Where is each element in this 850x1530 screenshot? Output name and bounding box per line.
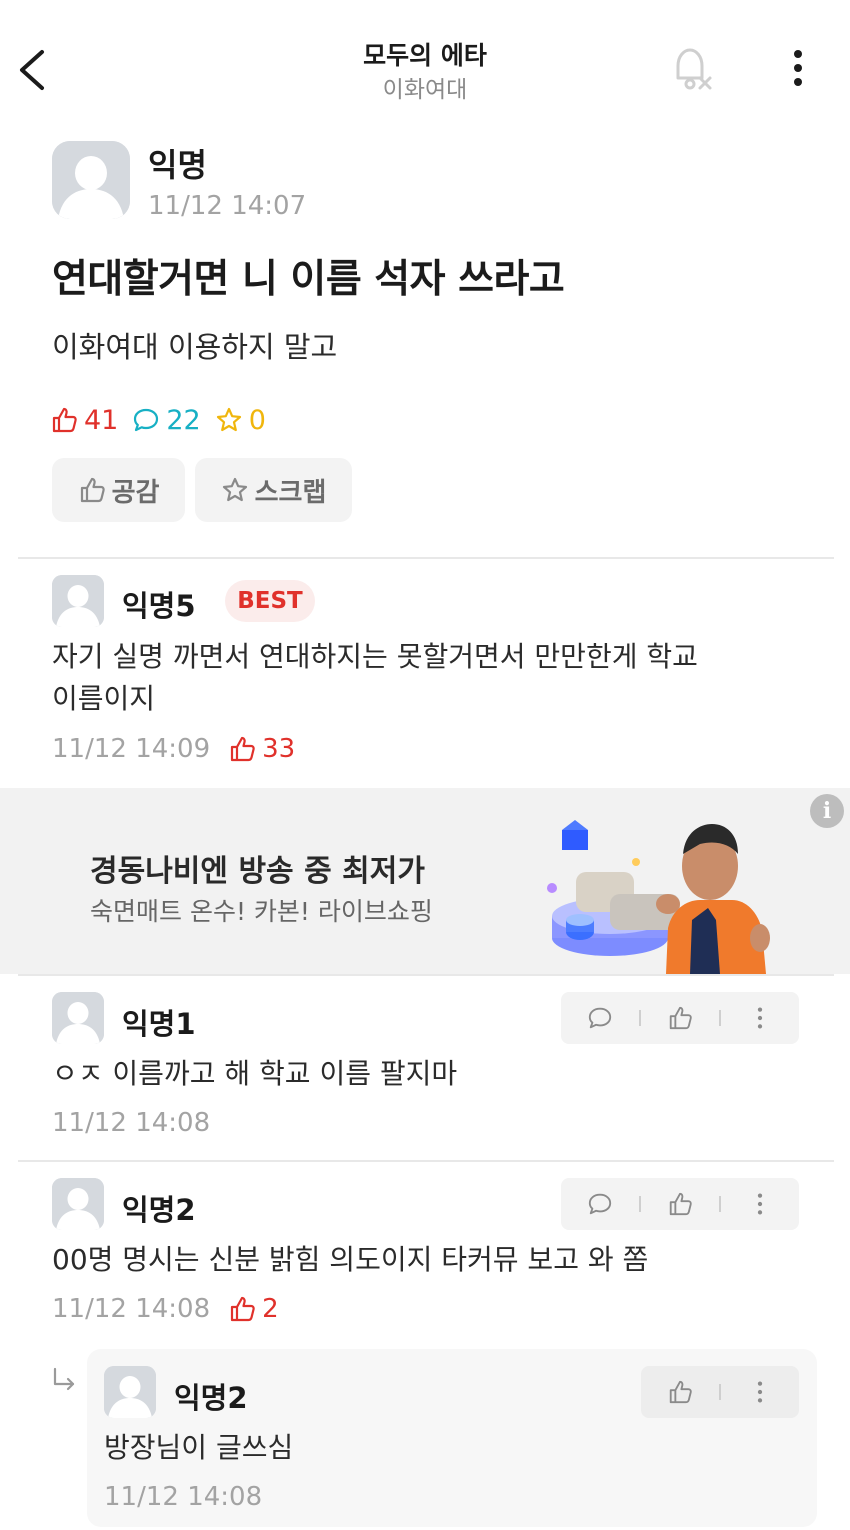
- comment-meta: 11/12 14:08 2: [52, 1294, 279, 1324]
- reply-toolbar: [641, 1366, 799, 1418]
- comment-like-count: 2: [228, 1294, 279, 1324]
- comment-author: 익명1: [122, 1007, 196, 1041]
- scrap-button[interactable]: 스크랩: [195, 458, 352, 522]
- ad-product-image: [547, 820, 770, 974]
- comment-meta: 11/12 14:09 33: [52, 734, 295, 764]
- thumbs-up-icon: [52, 407, 77, 433]
- reply-like-button[interactable]: [641, 1366, 719, 1418]
- reply-body: 방장님이 글쓰심: [104, 1431, 294, 1464]
- like-button-label: 공감: [111, 477, 160, 508]
- best-badge: BEST: [225, 580, 315, 622]
- comment-timestamp: 11/12 14:09: [52, 734, 211, 764]
- more-vertical-icon: [757, 1007, 763, 1029]
- star-icon: [216, 407, 241, 432]
- speech-bubble-icon: [134, 408, 159, 432]
- reply-comment: 익명2 방장님이 글쓰심 11/12 14:08: [87, 1349, 817, 1527]
- comment-body-line: 자기 실명 까면서 연대하지는 못할거면서 만만한게 학교: [52, 640, 698, 673]
- ad-info-button[interactable]: i: [810, 794, 844, 828]
- post-stats: 41 22 0: [50, 402, 280, 438]
- ad-subtitle: 숙면매트 온수! 카본! 라이브쇼핑: [90, 897, 433, 926]
- comment-like-value: 2: [262, 1294, 279, 1324]
- comment-timestamp: 11/12 14:08: [52, 1294, 211, 1324]
- thumbs-up-icon: [669, 1006, 692, 1030]
- scrap-count-value: 0: [248, 404, 266, 436]
- thumbs-up-icon: [231, 1296, 255, 1322]
- board-title: 모두의 에타: [363, 41, 487, 70]
- comment-body-line: 이름이지: [52, 682, 156, 715]
- default-avatar-icon: [52, 575, 104, 627]
- like-count-value: 41: [84, 404, 119, 436]
- comment-like-button[interactable]: [641, 1178, 719, 1230]
- ad-banner[interactable]: 경동나비엔 방송 중 최저가 숙면매트 온수! 카본! 라이브쇼핑 i: [0, 788, 850, 974]
- reply-button[interactable]: [561, 1178, 639, 1230]
- divider: [18, 974, 834, 976]
- thumbs-up-icon: [80, 477, 105, 503]
- comment-timestamp: 11/12 14:08: [52, 1108, 211, 1138]
- like-button[interactable]: 공감: [52, 458, 185, 522]
- scrap-count: 0: [215, 405, 266, 436]
- comment-avatar: [52, 575, 104, 627]
- notification-toggle-button[interactable]: [666, 44, 716, 94]
- reply-button[interactable]: [561, 992, 639, 1044]
- reply-author: 익명2: [174, 1381, 248, 1415]
- comment-like-button[interactable]: [641, 992, 719, 1044]
- post-author: 익명: [148, 146, 207, 184]
- more-options-button[interactable]: [780, 48, 816, 88]
- speech-bubble-icon: [588, 1193, 612, 1215]
- comment-avatar: [52, 992, 104, 1044]
- bell-off-icon: [676, 48, 712, 90]
- post-timestamp: 11/12 14:07: [148, 191, 307, 221]
- reply-arrow-icon: [53, 1367, 75, 1391]
- more-vertical-icon: [757, 1381, 763, 1403]
- reply-meta: 11/12 14:08: [104, 1482, 262, 1512]
- more-vertical-icon: [794, 50, 802, 86]
- reply-timestamp: 11/12 14:08: [104, 1482, 263, 1512]
- post-title: 연대할거면 니 이름 석자 쓰라고: [52, 257, 565, 302]
- post-author-avatar: [52, 141, 130, 219]
- comment-more-button[interactable]: [721, 992, 799, 1044]
- thumbs-up-icon: [231, 736, 255, 762]
- reply-avatar: [104, 1366, 156, 1418]
- comment-more-button[interactable]: [721, 1178, 799, 1230]
- thumbs-up-icon: [669, 1380, 692, 1404]
- post-body: 이화여대 이용하지 말고: [52, 330, 338, 364]
- thumbs-up-icon: [669, 1192, 692, 1216]
- comment-toolbar: [561, 1178, 799, 1230]
- star-icon: [222, 477, 247, 502]
- default-avatar-icon: [52, 1178, 104, 1230]
- top-bar: 모두의 에타 이화여대: [0, 0, 850, 130]
- comment-like-value: 33: [262, 734, 296, 764]
- divider: [18, 1160, 834, 1162]
- comment-count-value: 22: [166, 404, 201, 436]
- like-count: 41: [50, 405, 118, 436]
- comment-like-count: 33: [228, 734, 295, 764]
- ad-title: 경동나비엔 방송 중 최저가: [90, 854, 425, 889]
- speech-bubble-icon: [588, 1007, 612, 1029]
- default-avatar-icon: [52, 141, 130, 219]
- comment-body: 00명 명시는 신분 밝힘 의도이지 타커뮤 보고 와 쫌: [52, 1243, 649, 1276]
- reply-more-button[interactable]: [721, 1366, 799, 1418]
- more-vertical-icon: [757, 1193, 763, 1215]
- comment-meta: 11/12 14:08: [52, 1108, 210, 1138]
- comment-body: ㅇㅈ 이름까고 해 학교 이름 팔지마: [52, 1057, 458, 1090]
- comment-author: 익명5: [122, 589, 196, 623]
- comment-avatar: [52, 1178, 104, 1230]
- comment-author: 익명2: [122, 1193, 196, 1227]
- default-avatar-icon: [52, 992, 104, 1044]
- comment-toolbar: [561, 992, 799, 1044]
- divider: [18, 557, 834, 559]
- default-avatar-icon: [104, 1366, 156, 1418]
- comment-count: 22: [132, 404, 201, 436]
- scrap-button-label: 스크랩: [254, 477, 327, 508]
- school-name: 이화여대: [382, 77, 468, 103]
